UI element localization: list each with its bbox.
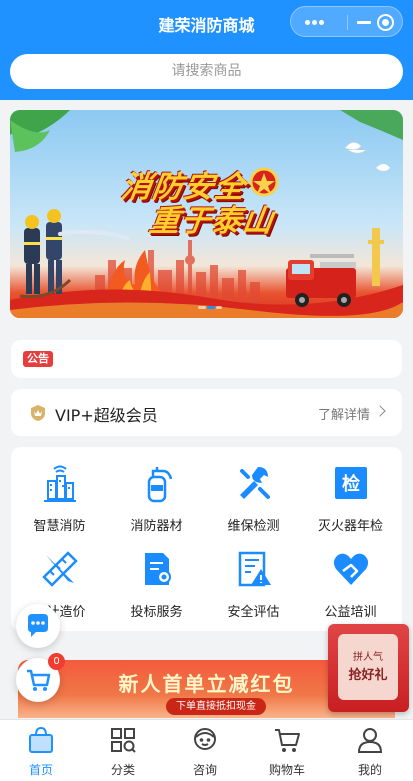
service-item-smart-fire[interactable]: 智慧消防 xyxy=(11,453,108,534)
cart-count-badge: 0 xyxy=(48,653,65,670)
chat-float-button[interactable] xyxy=(16,604,60,648)
service-label: 安全评估 xyxy=(227,605,280,620)
vip-membership-bar[interactable]: VIP+超级会员 了解详情 xyxy=(11,389,402,436)
service-item-equipment[interactable]: 消防器材 xyxy=(108,453,205,534)
service-label: 维保检测 xyxy=(227,519,280,534)
category-grid-icon xyxy=(111,728,136,753)
service-item-annual-check[interactable]: 检 灭火器年检 xyxy=(302,453,399,534)
service-item-bidding[interactable]: 投标服务 xyxy=(108,539,205,620)
carousel-indicator xyxy=(198,306,222,310)
bid-document-icon xyxy=(145,553,171,585)
tab-profile[interactable]: 我的 xyxy=(329,720,411,781)
notice-bar[interactable]: 公告 xyxy=(11,340,402,378)
ruler-pencil-icon xyxy=(42,551,78,587)
cart-icon xyxy=(275,729,300,752)
minimize-icon[interactable] xyxy=(357,21,371,24)
banner-carousel[interactable]: 消防安全 重于泰山 xyxy=(10,110,403,318)
tab-label: 咨询 xyxy=(192,763,217,777)
close-target-icon[interactable] xyxy=(377,14,394,31)
tab-label: 分类 xyxy=(110,763,135,777)
bottom-tab-bar: 首页 分类 咨询 购物车 我的 xyxy=(0,719,413,781)
home-bag-icon xyxy=(29,726,53,753)
tab-label: 购物车 xyxy=(268,763,305,777)
tab-label: 我的 xyxy=(357,763,382,777)
service-item-safety-eval[interactable]: 安全评估 xyxy=(205,539,302,620)
user-icon xyxy=(357,728,383,753)
svg-text:检: 检 xyxy=(342,473,360,495)
consult-avatar-icon xyxy=(194,728,216,750)
tab-cart[interactable]: 购物车 xyxy=(246,720,328,781)
search-input[interactable]: 请搜索商品 xyxy=(10,54,403,89)
service-label: 公益培训 xyxy=(324,605,377,620)
wrench-screwdriver-icon xyxy=(240,467,270,499)
service-label: 灭火器年检 xyxy=(317,519,383,534)
red-packet-line1: 拼人气 xyxy=(353,652,383,663)
capsule-divider xyxy=(347,15,348,30)
warning-document-icon xyxy=(238,551,271,587)
tab-home[interactable]: 首页 xyxy=(0,720,82,781)
service-label: 投标服务 xyxy=(130,605,183,620)
tab-category[interactable]: 分类 xyxy=(82,720,164,781)
mini-program-capsule xyxy=(290,6,403,37)
vip-more-link[interactable]: 了解详情 xyxy=(318,404,370,423)
tab-label: 首页 xyxy=(28,763,53,777)
service-grid: 智慧消防 消防器材 维保检测 检 灭火器年检 设计造价 投标服务 安全评估 公益… xyxy=(11,447,402,631)
service-item-training[interactable]: 公益培训 xyxy=(302,539,399,620)
red-packet-line2: 抢好礼 xyxy=(348,668,388,683)
service-label: 消防器材 xyxy=(130,519,183,534)
service-item-maintenance[interactable]: 维保检测 xyxy=(205,453,302,534)
inspection-check-icon: 检 xyxy=(335,467,367,499)
banner-slogan-line2: 重于泰山 xyxy=(147,204,276,239)
tab-consult[interactable]: 咨询 xyxy=(164,720,246,781)
promo-subtitle: 下单直接抵扣现金 xyxy=(166,698,266,715)
vip-label: VIP+超级会员 xyxy=(55,406,158,425)
more-dots-icon[interactable] xyxy=(305,20,325,25)
chevron-right-icon xyxy=(374,405,386,417)
red-packet-popup[interactable]: 拼人气 抢好礼 xyxy=(328,624,409,712)
service-label: 智慧消防 xyxy=(33,519,86,534)
smart-city-icon xyxy=(44,465,76,502)
heart-hand-icon xyxy=(333,553,369,585)
red-packet-card: 拼人气 抢好礼 xyxy=(338,634,398,700)
chat-bubble-icon xyxy=(28,614,48,637)
notice-tag: 公告 xyxy=(23,351,53,367)
crown-shield-icon xyxy=(31,405,45,421)
fire-extinguisher-icon xyxy=(147,467,173,503)
